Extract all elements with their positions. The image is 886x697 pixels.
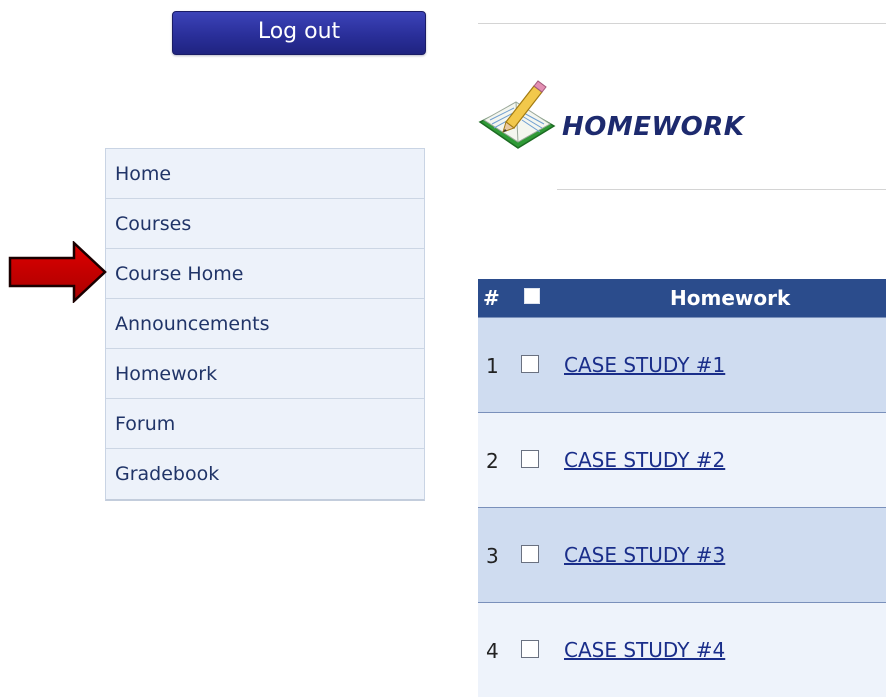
row-checkbox[interactable] [521,355,539,373]
table-row: 4 CASE STUDY #4 [478,602,886,697]
sidebar-item-announcements[interactable]: Announcements [106,299,424,349]
sidebar-item-courses[interactable]: Courses [106,199,424,249]
homework-table: # Homework 1 CASE STUDY #1 2 CASE STUDY … [478,279,886,697]
homework-link[interactable]: CASE STUDY #2 [564,448,725,472]
sidebar-menu: Home Courses Course Home Announcements H… [105,148,425,501]
row-number: 2 [486,449,499,473]
sidebar-item-home[interactable]: Home [106,149,424,199]
red-arrow-icon [8,241,107,303]
page-title: HOMEWORK [562,112,745,142]
row-checkbox[interactable] [521,545,539,563]
table-row: 2 CASE STUDY #2 [478,412,886,507]
top-divider [478,23,886,24]
sidebar-item-gradebook[interactable]: Gradebook [106,449,424,499]
table-row: 3 CASE STUDY #3 [478,507,886,602]
row-checkbox[interactable] [521,450,539,468]
row-checkbox[interactable] [521,640,539,658]
row-number: 3 [486,544,499,568]
select-all-checkbox[interactable] [524,288,540,304]
homework-link[interactable]: CASE STUDY #3 [564,543,725,567]
row-number: 1 [486,354,499,378]
table-header: # Homework [478,279,886,317]
homework-link[interactable]: CASE STUDY #1 [564,353,725,377]
sidebar-item-course-home[interactable]: Course Home [106,249,424,299]
sidebar-item-homework[interactable]: Homework [106,349,424,399]
title-divider [557,189,886,190]
homework-notebook-icon [478,80,556,149]
logout-button[interactable]: Log out [172,11,426,55]
sidebar-item-forum[interactable]: Forum [106,399,424,449]
column-header-number: # [483,286,500,310]
homework-link[interactable]: CASE STUDY #4 [564,638,725,662]
table-row: 1 CASE STUDY #1 [478,317,886,412]
column-header-homework: Homework [670,286,791,310]
row-number: 4 [486,639,499,663]
